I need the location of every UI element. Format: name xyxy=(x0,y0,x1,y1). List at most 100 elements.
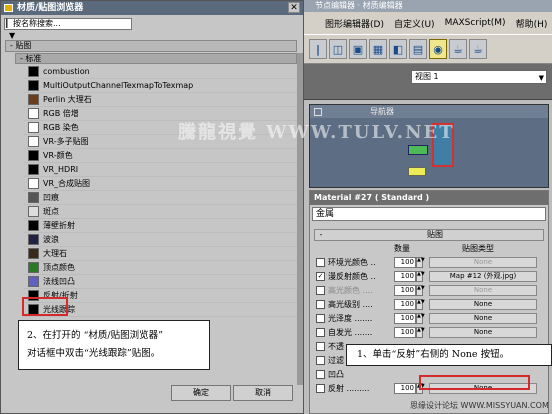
map-swatch-icon xyxy=(28,262,39,273)
map-enable-checkbox[interactable] xyxy=(316,384,325,393)
map-enable-checkbox[interactable] xyxy=(316,342,325,351)
map-list-item[interactable]: 大理石 xyxy=(23,247,297,261)
map-list-item[interactable]: 法线凹凸 xyxy=(23,275,297,289)
map-slot-button[interactable]: None xyxy=(429,299,537,310)
map-name: 大理石 xyxy=(43,249,67,258)
material-title: Material #27 ( Standard ) xyxy=(310,191,548,205)
map-list-item[interactable]: VR_合成贴图 xyxy=(23,177,297,191)
view-select[interactable]: 视图 1 xyxy=(411,70,547,84)
map-enable-checkbox[interactable]: ✓ xyxy=(316,272,325,281)
schematic-view-icon[interactable]: ▣ xyxy=(349,39,367,59)
instruction-callout-2: 2、在打开的 “材质/贴图浏览器” 对话框中双击“光线跟踪”贴图。 xyxy=(18,320,210,370)
navigator-map-node[interactable] xyxy=(408,145,428,155)
slate-material-editor-icon[interactable]: ◉ xyxy=(429,39,447,59)
amount-header: 数量 xyxy=(394,244,410,253)
footer-watermark: 思缘设计论坛 WWW.MISSYUAN.COM xyxy=(410,401,549,410)
ok-button[interactable]: 确定 xyxy=(171,385,231,401)
screenshot-root: 节点编辑器 · 材质编辑器 图形编辑器(D) 自定义(U) MAXScript(… xyxy=(0,0,552,414)
amount-spinner-field[interactable]: 100 xyxy=(394,327,416,338)
map-name: 顶点颜色 xyxy=(43,263,75,272)
map-name: VR_HDRI xyxy=(43,165,79,174)
map-list-item[interactable]: 凹痕 xyxy=(23,191,297,205)
toolbar-icon-1[interactable]: | xyxy=(309,39,327,59)
map-slot-label: 环境光颜色 .. xyxy=(328,258,376,267)
spinner-arrows-icon[interactable]: ▲▼ xyxy=(416,327,425,338)
map-list-item[interactable]: VR-颜色 xyxy=(23,149,297,163)
spinner-arrows-icon[interactable]: ▲▼ xyxy=(416,285,425,296)
maps-rollout-header[interactable]: - 贴图 xyxy=(314,229,544,241)
dialog-app-icon xyxy=(4,4,13,12)
map-list-item[interactable]: 斑点 xyxy=(23,205,297,219)
spinner-arrows-icon[interactable]: ▲▼ xyxy=(416,257,425,268)
map-slot-row: 光泽度 ....... 100 ▲▼ None xyxy=(316,312,542,325)
map-list-item[interactable]: 薄壁折射 xyxy=(23,219,297,233)
map-name: RGB 染色 xyxy=(43,123,79,132)
map-list-item[interactable]: MultiOutputChannelTexmapToTexmap xyxy=(23,79,297,93)
amount-spinner-field[interactable]: 100 xyxy=(394,383,416,394)
navigator-title: 导航器 xyxy=(310,105,548,118)
amount-spinner-field[interactable]: 100 xyxy=(394,271,416,282)
render-setup-icon[interactable]: ◧ xyxy=(389,39,407,59)
amount-spinner-field[interactable]: 100 xyxy=(394,299,416,310)
close-icon[interactable]: ✕ xyxy=(288,2,300,13)
map-name: MultiOutputChannelTexmapToTexmap xyxy=(43,81,194,90)
search-by-name-input[interactable]: 按名称搜索... xyxy=(4,18,132,30)
map-list-item[interactable]: combustion xyxy=(23,65,297,79)
map-name: 薄壁折射 xyxy=(43,221,75,230)
amount-spinner-field[interactable]: 100 xyxy=(394,313,416,324)
material-editor-icon[interactable]: ▦ xyxy=(369,39,387,59)
render-teapot-icon[interactable]: ☕ xyxy=(469,39,487,59)
map-name: VR_合成贴图 xyxy=(43,179,91,188)
standard-category-header[interactable]: - 标准 xyxy=(15,53,297,64)
map-swatch-icon xyxy=(28,248,39,259)
map-enable-checkbox[interactable] xyxy=(316,328,325,337)
menu-maxscript[interactable]: MAXScript(M) xyxy=(445,18,506,28)
map-slot-label: 自发光 ....... xyxy=(328,328,373,337)
map-slot-row: 高光级别 .... 100 ▲▼ None xyxy=(316,298,542,311)
map-slot-label: 高光级别 .... xyxy=(328,300,373,309)
map-name: 斑点 xyxy=(43,207,59,216)
map-slot-row: 高光颜色 .... 100 ▲▼ None xyxy=(316,284,542,297)
map-enable-checkbox[interactable] xyxy=(316,370,325,379)
spinner-arrows-icon[interactable]: ▲▼ xyxy=(416,313,425,324)
dialog-scrollbar[interactable] xyxy=(297,53,303,385)
map-list-item[interactable]: VR_HDRI xyxy=(23,163,297,177)
map-list-item[interactable]: 波浪 xyxy=(23,233,297,247)
spinner-arrows-icon[interactable]: ▲▼ xyxy=(416,271,425,282)
render-frame-icon[interactable]: ▤ xyxy=(409,39,427,59)
map-list-item[interactable]: 顶点颜色 xyxy=(23,261,297,275)
map-enable-checkbox[interactable] xyxy=(316,258,325,267)
render-production-icon[interactable]: ☕ xyxy=(449,39,467,59)
map-slot-button[interactable]: None xyxy=(429,257,537,268)
map-slot-button[interactable]: Map #12 (外观.jpg) xyxy=(429,271,537,282)
map-slot-label: 反射 ......... xyxy=(328,384,370,393)
options-dropdown-icon[interactable]: ▼ xyxy=(9,31,15,40)
maps-group-header[interactable]: - 贴图 xyxy=(5,40,297,52)
map-enable-checkbox[interactable] xyxy=(316,286,325,295)
map-slot-button[interactable]: None xyxy=(429,327,537,338)
amount-spinner-field[interactable]: 100 xyxy=(394,257,416,268)
map-swatch-icon xyxy=(28,276,39,287)
map-slot-button[interactable]: None xyxy=(429,313,537,324)
map-list-item[interactable]: Perlin 大理石 xyxy=(23,93,297,107)
amount-spinner-field[interactable]: 100 xyxy=(394,285,416,296)
map-name: 凹痕 xyxy=(43,193,59,202)
map-enable-checkbox[interactable] xyxy=(316,300,325,309)
map-enable-checkbox[interactable] xyxy=(316,356,325,365)
map-swatch-icon xyxy=(28,192,39,203)
spinner-arrows-icon[interactable]: ▲▼ xyxy=(416,299,425,310)
raytrace-highlight xyxy=(22,297,68,316)
map-swatch-icon xyxy=(28,220,39,231)
menu-help[interactable]: 帮助(H) xyxy=(516,17,548,30)
map-enable-checkbox[interactable] xyxy=(316,314,325,323)
map-slot-label: 凹凸 xyxy=(328,370,344,379)
map-swatch-icon xyxy=(28,136,39,147)
map-slot-button[interactable]: None xyxy=(429,285,537,296)
cancel-button[interactable]: 取消 xyxy=(233,385,293,401)
material-name-field[interactable]: 金属 xyxy=(312,207,546,221)
menu-customize[interactable]: 自定义(U) xyxy=(394,17,435,30)
menu-graph-editors[interactable]: 图形编辑器(D) xyxy=(325,17,384,30)
map-slot-row: 自发光 ....... 100 ▲▼ None xyxy=(316,326,542,339)
navigator-bitmap-node[interactable] xyxy=(408,167,426,176)
curve-editor-icon[interactable]: ◫ xyxy=(329,39,347,59)
